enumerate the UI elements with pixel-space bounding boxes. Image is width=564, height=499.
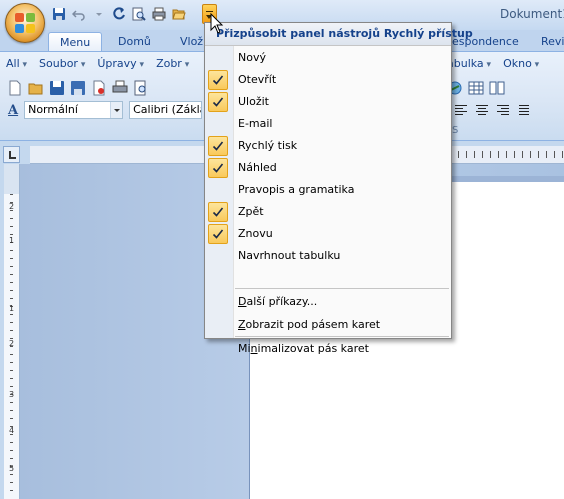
menu-item-label: Navrhnout tabulku <box>238 249 341 262</box>
menu-item-spelling[interactable]: Pravopis a gramatika <box>205 179 451 201</box>
menu-view[interactable]: Zobr <box>156 57 189 73</box>
tab-review[interactable]: Reviz <box>541 32 564 52</box>
menu-item-quick-print[interactable]: Rychlý tisk <box>205 135 451 157</box>
menu-file[interactable]: Soubor <box>39 57 85 73</box>
menu-item-label: Zpět <box>238 205 264 218</box>
standard-toolbar-right <box>446 79 506 97</box>
align-right-icon[interactable] <box>494 101 512 119</box>
ribbon-group-label: S <box>452 125 459 136</box>
redo-icon[interactable] <box>110 5 128 23</box>
menu-item-label: Uložit <box>238 95 269 108</box>
quick-access-toolbar <box>50 5 188 25</box>
save-as-icon[interactable] <box>69 79 87 97</box>
font-combo[interactable]: Calibri (Zákla <box>129 101 203 119</box>
font-combo-value: Calibri (Zákla <box>133 103 203 116</box>
menu-item-label: Náhled <box>238 161 277 174</box>
line-spacing-icon[interactable] <box>515 101 533 119</box>
permissions-icon[interactable] <box>90 79 108 97</box>
paragraph-align-group <box>452 101 533 119</box>
ruler-number: 1 <box>9 304 15 313</box>
style-combo-value: Normální <box>28 103 78 116</box>
chevron-down-icon[interactable] <box>110 102 123 118</box>
office-logo-icon <box>15 13 35 33</box>
print-preview-icon[interactable] <box>130 5 148 23</box>
office-button[interactable] <box>5 3 45 43</box>
menu-item-new[interactable]: Nový <box>205 47 451 69</box>
menu-separator <box>235 288 449 289</box>
checkmark-icon <box>208 158 228 178</box>
ruler-margin-area <box>4 164 19 194</box>
menu-item-minimize-ribbon[interactable]: Minimalizovat pás karet <box>205 338 451 360</box>
menu-item-more-commands[interactable]: Další příkazy... <box>205 291 451 313</box>
quick-print-icon[interactable] <box>150 5 168 23</box>
ruler-number: 3 <box>9 390 15 399</box>
tab-insert[interactable]: Vlož <box>180 32 203 52</box>
menu-item-redo[interactable]: Znovu <box>205 223 451 245</box>
menu-edit[interactable]: Úpravy <box>97 57 144 73</box>
menu-item-label: Rychlý tisk <box>238 139 298 152</box>
menu-item-email[interactable]: E-mail <box>205 113 451 135</box>
tab-menu[interactable]: Menu <box>48 32 103 53</box>
checkmark-icon <box>208 224 228 244</box>
menu-item-label: Další příkazy... <box>238 295 318 308</box>
save-icon[interactable] <box>48 79 66 97</box>
menu-item-draw-table[interactable]: Navrhnout tabulku <box>205 245 451 267</box>
classic-menubar: All Soubor Úpravy Zobr <box>6 57 201 73</box>
checkmark-icon <box>208 70 228 90</box>
menu-separator <box>235 336 449 337</box>
menu-all[interactable]: All <box>6 57 27 73</box>
mouse-pointer-icon <box>210 13 224 34</box>
menu-item-label: Zobrazit pod pásem karet <box>238 318 381 331</box>
menu-header: Přizpůsobit panel nástrojů Rychlý přístu… <box>205 23 473 46</box>
formatting-toolbar: A Normální Calibri (Zákla <box>8 101 203 119</box>
undo-icon[interactable] <box>70 5 88 23</box>
standard-toolbar <box>6 79 150 97</box>
customize-qat-menu: Přizpůsobit panel nástrojů Rychlý přístu… <box>204 22 473 355</box>
open-folder-icon[interactable] <box>170 5 188 23</box>
document-title: Dokument1 <box>500 7 564 21</box>
menu-item-open[interactable]: Otevřít <box>205 69 451 91</box>
checkmark-icon <box>208 136 228 156</box>
open-icon[interactable] <box>27 79 45 97</box>
checkmark-icon <box>208 202 228 222</box>
align-center-icon[interactable] <box>473 101 491 119</box>
menu-item-label: Znovu <box>238 227 273 240</box>
tab-selector-button[interactable] <box>3 146 20 163</box>
align-left-icon[interactable] <box>452 101 470 119</box>
menu-item-undo[interactable]: Zpět <box>205 201 451 223</box>
menu-item-show-below-ribbon[interactable]: Zobrazit pod pásem karet <box>205 314 451 336</box>
menu-item-label: Pravopis a gramatika <box>238 183 355 196</box>
classic-menubar-right: abulka Okno <box>447 57 551 70</box>
menu-item-label: E-mail <box>238 117 273 130</box>
undo-dropdown-icon[interactable] <box>90 5 108 23</box>
ruler-number: 4 <box>9 426 15 435</box>
style-combo[interactable]: Normální <box>24 101 124 119</box>
table-icon[interactable] <box>467 79 485 97</box>
menu-window[interactable]: Okno <box>503 57 539 70</box>
menu-item-label: Minimalizovat pás karet <box>238 342 369 355</box>
new-document-icon[interactable] <box>6 79 24 97</box>
checkmark-icon <box>208 92 228 112</box>
ruler-ticks <box>450 151 564 158</box>
menu-item-label: Otevřít <box>238 73 277 86</box>
ruler-number: 5 <box>9 464 15 473</box>
menu-item-label: Nový <box>238 51 266 64</box>
menu-item-save[interactable]: Uložit <box>205 91 451 113</box>
styles-icon[interactable]: A <box>8 103 18 118</box>
menu-table[interactable]: abulka <box>447 57 491 70</box>
print-preview-icon[interactable] <box>132 79 150 97</box>
tab-home[interactable]: Domů <box>118 32 151 52</box>
ruler-number: 2 <box>9 339 15 348</box>
save-icon[interactable] <box>50 5 68 23</box>
ruler-number: 2 <box>9 202 15 211</box>
ruler-number: 1 <box>9 236 15 245</box>
vertical-ruler[interactable]: 2 1 1 2 3 4 5 <box>4 164 20 499</box>
print-icon[interactable] <box>111 79 129 97</box>
menu-item-print-preview[interactable]: Náhled <box>205 157 451 179</box>
columns-icon[interactable] <box>488 79 506 97</box>
